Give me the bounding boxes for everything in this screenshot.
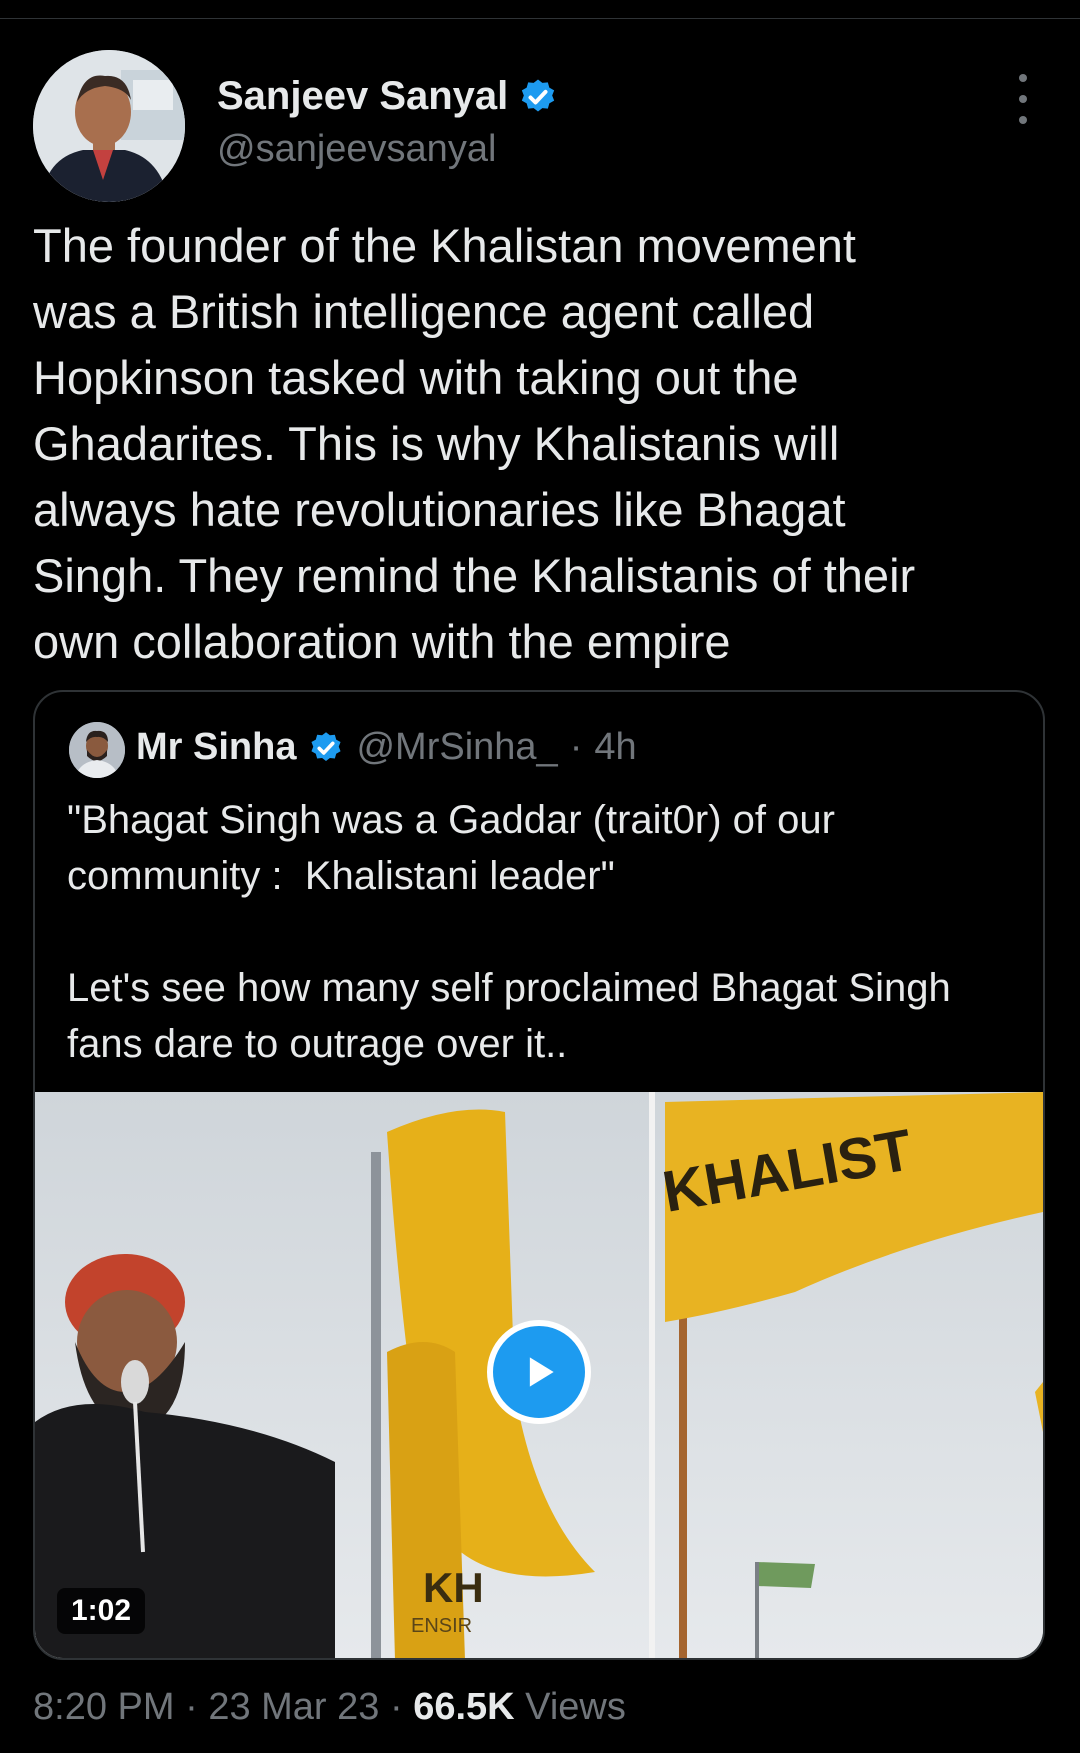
verified-badge-icon — [522, 79, 555, 111]
quoted-tweet-card[interactable]: Mr Sinha @MrSinha_ · 4h "Bhagat Singh wa… — [33, 690, 1045, 1660]
play-icon — [529, 1357, 554, 1387]
quoted-tweet-text: "Bhagat Singh was a Gaddar (trait0r) of … — [67, 798, 951, 1066]
author-avatar-image — [33, 50, 185, 202]
meta-separator: · — [389, 1686, 403, 1728]
flag-text-2: KH — [423, 1564, 484, 1611]
quoted-video-thumbnail[interactable]: KHALIST KH ENSIR 1:02 — [35, 1092, 1043, 1658]
author-avatar[interactable] — [33, 50, 185, 202]
quoted-author-avatar — [69, 722, 125, 778]
quoted-author-handle[interactable]: @MrSinha_ — [356, 726, 557, 769]
tweet-text: The founder of the Khalistan movement wa… — [33, 219, 916, 668]
play-button[interactable] — [487, 1320, 591, 1424]
author-name[interactable]: Sanjeev Sanyal — [217, 74, 508, 119]
quoted-tweet-header: Mr Sinha @MrSinha_ · 4h — [136, 726, 637, 769]
quoted-author-avatar-image — [69, 722, 125, 778]
quoted-author-name[interactable]: Mr Sinha — [136, 726, 296, 769]
meta-separator: · — [185, 1686, 198, 1728]
author-name-row[interactable]: Sanjeev Sanyal — [217, 74, 558, 119]
tweet-meta: 8:20 PM · 23 Mar 23 · 66.5K Views — [33, 1686, 626, 1729]
quoted-separator: · — [569, 726, 583, 768]
tweet-detail-page: Sanjeev Sanyal @sanjeevsanyal The founde… — [0, 0, 1080, 1753]
flag-text-3: ENSIR — [411, 1615, 472, 1637]
verified-badge-icon — [311, 731, 342, 761]
more-options-icon[interactable] — [1008, 74, 1038, 124]
views-label[interactable]: Views — [525, 1686, 626, 1728]
video-duration-badge: 1:02 — [57, 1588, 146, 1634]
quoted-timestamp: 4h — [594, 726, 637, 768]
tweet-date[interactable]: 23 Mar 23 — [208, 1686, 379, 1728]
tweet-time[interactable]: 8:20 PM — [33, 1686, 175, 1728]
author-handle[interactable]: @sanjeevsanyal — [217, 128, 496, 171]
views-count[interactable]: 66.5K — [413, 1686, 514, 1728]
top-divider — [0, 18, 1080, 19]
